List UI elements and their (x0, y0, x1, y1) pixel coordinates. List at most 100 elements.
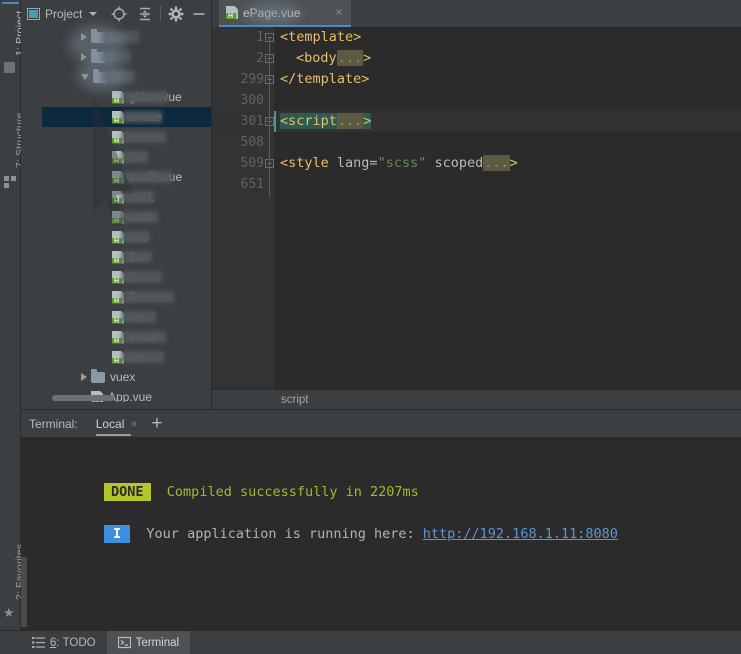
tree-row[interactable]: ovel. (42, 187, 232, 207)
terminal-tab-label: Local (95, 416, 125, 431)
redacted-filename (122, 151, 148, 163)
line-number: 508 (240, 135, 264, 150)
code-tokens: <script...> (280, 113, 372, 129)
terminal-panel: Terminal: Local × + DONE Compiled succes… (21, 410, 741, 630)
redacted-filename (122, 311, 156, 323)
project-tool-indicator (2, 2, 19, 4)
project-tree-hscrollbar[interactable] (52, 395, 114, 401)
tree-row[interactable]: t (42, 267, 232, 287)
terminal-url-link[interactable]: http://192.168.1.11:8080 (423, 526, 618, 542)
project-panel-title: Project (45, 6, 83, 21)
code-token: </template> (280, 71, 370, 87)
redacted-filename (122, 231, 150, 243)
editor-tabbar: ePage.vue × (212, 0, 741, 27)
code-line[interactable]: <body...> (274, 48, 741, 69)
tool-tab-todo-text: : TODO (56, 636, 96, 649)
chevron-right-icon[interactable] (81, 373, 87, 381)
tree-row[interactable]: arch (42, 207, 232, 227)
redaction-blob (245, 2, 301, 26)
tree-row[interactable]: gMan.vue (42, 87, 232, 107)
folded-region-placeholder[interactable]: ... (483, 155, 510, 171)
code-token: scoped (426, 155, 484, 171)
close-icon[interactable]: × (130, 417, 137, 431)
editor-area: ePage.vue × 1−2+299− 300 301+ 508 509+ 651 <t… (212, 0, 741, 409)
code-tokens: <body...> (296, 50, 371, 66)
line-number: 651 (240, 177, 264, 192)
code-token: > (363, 113, 372, 129)
tree-row[interactable]: v vue (42, 327, 232, 347)
line-number: 509 (240, 156, 264, 171)
editor-code[interactable]: <template> <body...> </template> <script...… (274, 27, 741, 409)
redacted-filename (122, 111, 162, 123)
tool-tab-terminal-label: Terminal (135, 636, 180, 649)
tree-row[interactable]: n .vue (42, 107, 232, 127)
terminal-line-info: I Your application is running here: http… (39, 509, 618, 559)
tree-row[interactable]: T (42, 287, 232, 307)
tree-row[interactable]: ve (42, 307, 232, 327)
minimize-icon[interactable] (190, 5, 208, 23)
tree-row[interactable]: oveP .vue (42, 167, 232, 187)
status-badge: DONE (104, 483, 151, 501)
tree-row[interactable]: i.v (42, 147, 232, 167)
editor-gutter: 1−2+299− 300 301+ 508 509+ 651 (212, 27, 274, 409)
target-icon[interactable] (110, 5, 128, 23)
redacted-filename (122, 331, 166, 343)
chevron-down-icon (89, 11, 98, 16)
tool-tab-terminal[interactable]: Terminal (106, 630, 191, 654)
code-token: <style (280, 155, 329, 171)
terminal-label: Terminal: (29, 416, 78, 431)
close-icon[interactable]: × (334, 6, 344, 18)
folded-region-placeholder[interactable]: ... (336, 113, 364, 129)
project-panel: Project H H H H H H H H H H H H H H vuex… (21, 0, 232, 409)
terminal-tab-local[interactable]: Local × (95, 410, 137, 437)
todo-list-icon (32, 636, 45, 649)
line-number: 301 (240, 114, 264, 129)
terminal-text: Compiled successfully in 2207ms (150, 484, 419, 500)
project-file-tree[interactable]: teruvigMan.vuen .vuei.voveP .vueovel.arc… (42, 27, 232, 402)
tree-row[interactable] (42, 127, 232, 147)
tool-tab-todo[interactable]: 6: TODO (21, 631, 107, 654)
project-view-dropdown[interactable]: Project (27, 6, 98, 21)
tree-row[interactable]: vi (42, 67, 232, 87)
code-token: <body (296, 50, 337, 66)
code-line[interactable]: </template> (274, 69, 741, 90)
terminal-output[interactable]: DONE Compiled successfully in 2207ms I Y… (21, 437, 741, 630)
line-number: 300 (240, 93, 264, 108)
new-terminal-button[interactable]: + (151, 414, 162, 433)
breadcrumb-item-script[interactable]: script (281, 394, 308, 406)
code-line[interactable] (274, 90, 741, 111)
code-line[interactable]: <style lang="scss" scoped...> (274, 153, 741, 174)
redacted-filename (122, 191, 154, 203)
code-line[interactable]: <script...> (274, 111, 741, 132)
tree-row[interactable]: 2.v (42, 247, 232, 267)
terminal-scrollbar[interactable] (21, 557, 27, 627)
gutter-row: 509+ (212, 153, 274, 174)
tree-row-label: vuex (110, 370, 136, 384)
collapse-all-icon[interactable] (136, 5, 154, 23)
code-line[interactable]: <template> (274, 27, 741, 48)
editor-breadcrumb[interactable]: script (212, 389, 741, 409)
code-token: <script (280, 113, 337, 129)
tree-row[interactable]: on (42, 347, 232, 367)
project-icon (4, 62, 15, 73)
gear-icon[interactable] (167, 5, 185, 23)
code-token: lang= (328, 155, 378, 171)
line-number: 2 (256, 51, 264, 66)
project-window-icon (27, 7, 40, 20)
folded-region-placeholder[interactable]: ... (336, 50, 364, 66)
toolbar-divider (160, 6, 162, 21)
tool-tab-todo-label: 6: TODO (50, 637, 96, 649)
tree-row[interactable]: vuex (42, 367, 232, 387)
redacted-filename (122, 291, 174, 303)
code-line[interactable] (274, 174, 741, 195)
bottom-toolwindow-bar: 6: TODO Terminal (0, 630, 741, 654)
tree-row[interactable]: t.vu (42, 227, 232, 247)
gutter-row: 2+ (212, 48, 274, 69)
redacted-filename (122, 251, 152, 263)
code-token: > (509, 155, 518, 171)
left-tool-strip: 1: Project 7: Structure 2: Favorites ★ (0, 0, 26, 654)
code-line[interactable] (274, 132, 741, 153)
redacted-filename (122, 211, 158, 223)
code-token: "scss" (377, 155, 427, 171)
gutter-row: 651 (212, 174, 274, 195)
